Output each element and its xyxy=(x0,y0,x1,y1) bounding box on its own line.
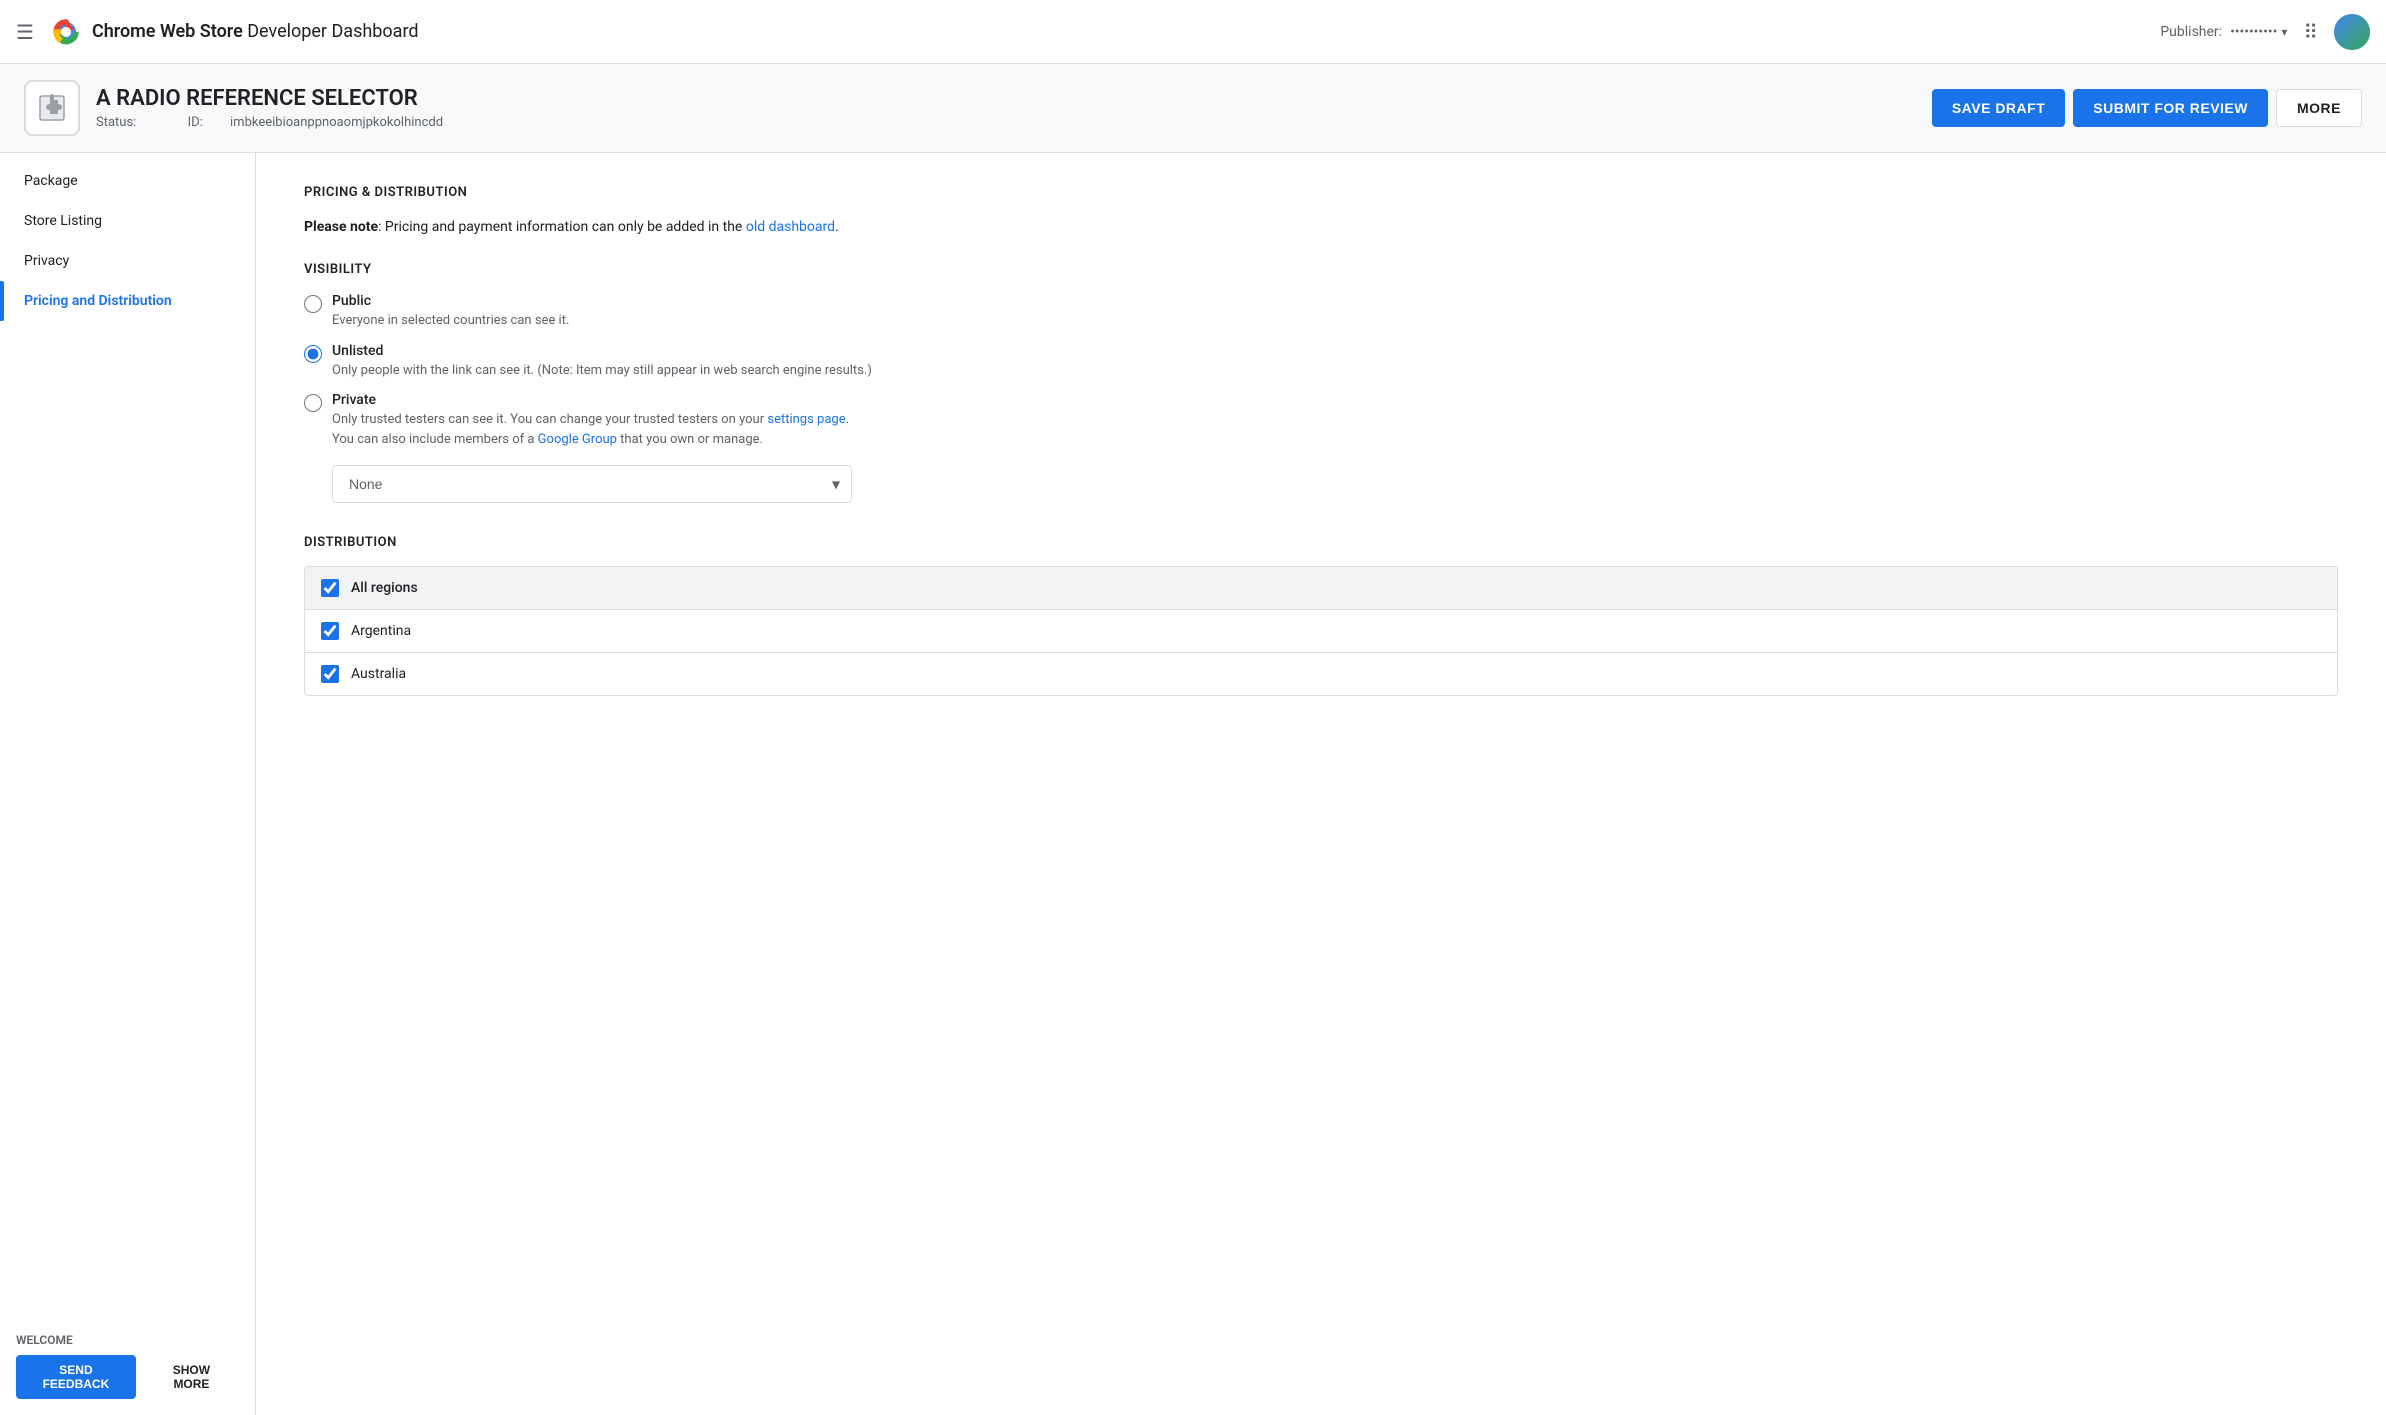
settings-page-link[interactable]: settings page xyxy=(767,412,845,427)
hamburger-icon[interactable]: ☰ xyxy=(16,20,34,44)
publisher-name: •••••••••• xyxy=(2230,24,2277,40)
private-desc-line3: You can also include members of a xyxy=(332,432,538,447)
header-buttons: SAVE DRAFT SUBMIT FOR REVIEW MORE xyxy=(1932,89,2362,127)
visibility-radio-group: Public Everyone in selected countries ca… xyxy=(304,293,2338,449)
group-select-wrapper: None ▾ xyxy=(332,465,852,503)
sidebar-navigation: Package Store Listing Privacy Pricing an… xyxy=(0,161,255,321)
chrome-logo-icon xyxy=(50,16,82,48)
visibility-section: VISIBILITY Public Everyone in selected c… xyxy=(304,262,2338,503)
more-button[interactable]: MORE xyxy=(2276,89,2362,127)
sidebar-bottom-buttons: SEND FEEDBACK SHOW MORE xyxy=(16,1355,239,1399)
unlisted-radio[interactable] xyxy=(304,345,322,363)
old-dashboard-link[interactable]: old dashboard xyxy=(746,219,835,235)
sidebar-item-pricing-label: Pricing and Distribution xyxy=(24,293,172,309)
australia-label: Australia xyxy=(351,666,406,682)
unlisted-radio-label: Unlisted xyxy=(332,343,872,359)
region-all-regions: All regions xyxy=(305,567,2337,610)
public-radio-label: Public xyxy=(332,293,569,309)
send-feedback-button[interactable]: SEND FEEDBACK xyxy=(16,1355,136,1399)
visibility-public-option: Public Everyone in selected countries ca… xyxy=(304,293,2338,331)
apps-grid-icon[interactable]: ⠿ xyxy=(2303,20,2318,44)
private-desc-line4: that you own or manage. xyxy=(617,432,763,447)
sidebar-item-pricing[interactable]: Pricing and Distribution xyxy=(0,281,255,321)
visibility-unlisted-option: Unlisted Only people with the link can s… xyxy=(304,343,2338,381)
sidebar-item-privacy[interactable]: Privacy xyxy=(0,241,255,281)
id-label: ID: xyxy=(188,115,203,130)
unlisted-radio-content: Unlisted Only people with the link can s… xyxy=(332,343,872,381)
top-navigation: ☰ Chrome Web Store Developer Dashboard P… xyxy=(0,0,2386,64)
submit-review-button[interactable]: SUBMIT FOR REVIEW xyxy=(2073,89,2268,127)
user-avatar[interactable] xyxy=(2334,14,2370,50)
sidebar-item-privacy-label: Privacy xyxy=(24,253,69,269)
private-radio-content: Private Only trusted testers can see it.… xyxy=(332,392,849,449)
main-layout: Package Store Listing Privacy Pricing an… xyxy=(0,153,2386,1415)
google-group-link[interactable]: Google Group xyxy=(538,432,617,447)
argentina-label: Argentina xyxy=(351,623,411,639)
publisher-label: Publisher: xyxy=(2160,24,2222,40)
id-value: imbkeeibioanppnoaomjpkokolhincdd xyxy=(230,115,443,130)
sidebar-bottom: WELCOME SEND FEEDBACK SHOW MORE xyxy=(0,1317,255,1415)
sidebar-item-store-listing[interactable]: Store Listing xyxy=(0,201,255,241)
all-regions-checkbox[interactable] xyxy=(321,579,339,597)
region-argentina: Argentina xyxy=(305,610,2337,653)
visibility-title: VISIBILITY xyxy=(304,262,2338,277)
publisher-dropdown-icon[interactable]: ▾ xyxy=(2281,25,2287,39)
public-radio-content: Public Everyone in selected countries ca… xyxy=(332,293,569,331)
region-list: All regions Argentina Australia xyxy=(304,566,2338,696)
public-radio[interactable] xyxy=(304,295,322,313)
save-draft-button[interactable]: SAVE DRAFT xyxy=(1932,89,2065,127)
app-title: Chrome Web Store Developer Dashboard xyxy=(92,21,419,42)
extension-meta: Status: ID: imbkeeibioanppnoaomjpkokolhi… xyxy=(96,115,1932,130)
argentina-checkbox[interactable] xyxy=(321,622,339,640)
unlisted-radio-desc: Only people with the link can see it. (N… xyxy=(332,361,872,381)
private-radio-label: Private xyxy=(332,392,849,408)
extension-icon xyxy=(24,80,80,136)
main-content: PRICING & DISTRIBUTION Please note: Pric… xyxy=(256,153,2386,1415)
private-desc-line2: . xyxy=(846,412,849,427)
pricing-note: Please note: Pricing and payment informa… xyxy=(304,216,2338,238)
public-radio-desc: Everyone in selected countries can see i… xyxy=(332,311,569,331)
note-text: : Pricing and payment information can on… xyxy=(378,219,746,235)
app-title-bold: Chrome Web Store xyxy=(92,21,243,42)
private-desc-line1: Only trusted testers can see it. You can… xyxy=(332,412,767,427)
sidebar-item-store-listing-label: Store Listing xyxy=(24,213,102,229)
distribution-section: DISTRIBUTION All regions Argentina Austr… xyxy=(304,535,2338,696)
australia-checkbox[interactable] xyxy=(321,665,339,683)
distribution-title: DISTRIBUTION xyxy=(304,535,2338,550)
status-label: Status: xyxy=(96,115,136,130)
sidebar-item-package-label: Package xyxy=(24,173,78,189)
extension-name: A RADIO REFERENCE SELECTOR xyxy=(96,86,1932,111)
avatar-image xyxy=(2334,14,2370,50)
welcome-text: WELCOME xyxy=(16,1333,239,1347)
region-australia: Australia xyxy=(305,653,2337,695)
private-radio-desc: Only trusted testers can see it. You can… xyxy=(332,410,849,449)
note-period: . xyxy=(835,219,839,235)
sidebar: Package Store Listing Privacy Pricing an… xyxy=(0,153,256,1415)
extension-header: A RADIO REFERENCE SELECTOR Status: ID: i… xyxy=(0,64,2386,153)
puzzle-icon xyxy=(36,92,68,124)
all-regions-label: All regions xyxy=(351,580,418,596)
extension-info: A RADIO REFERENCE SELECTOR Status: ID: i… xyxy=(96,86,1932,130)
group-select[interactable]: None xyxy=(332,465,852,503)
private-radio[interactable] xyxy=(304,394,322,412)
show-more-button[interactable]: SHOW MORE xyxy=(144,1355,239,1399)
sidebar-item-package[interactable]: Package xyxy=(0,161,255,201)
google-group-dropdown-wrapper: None ▾ xyxy=(332,465,2338,503)
note-bold: Please note xyxy=(304,219,378,235)
visibility-private-option: Private Only trusted testers can see it.… xyxy=(304,392,2338,449)
pricing-section-title: PRICING & DISTRIBUTION xyxy=(304,185,2338,200)
app-title-normal: Developer Dashboard xyxy=(243,21,419,42)
